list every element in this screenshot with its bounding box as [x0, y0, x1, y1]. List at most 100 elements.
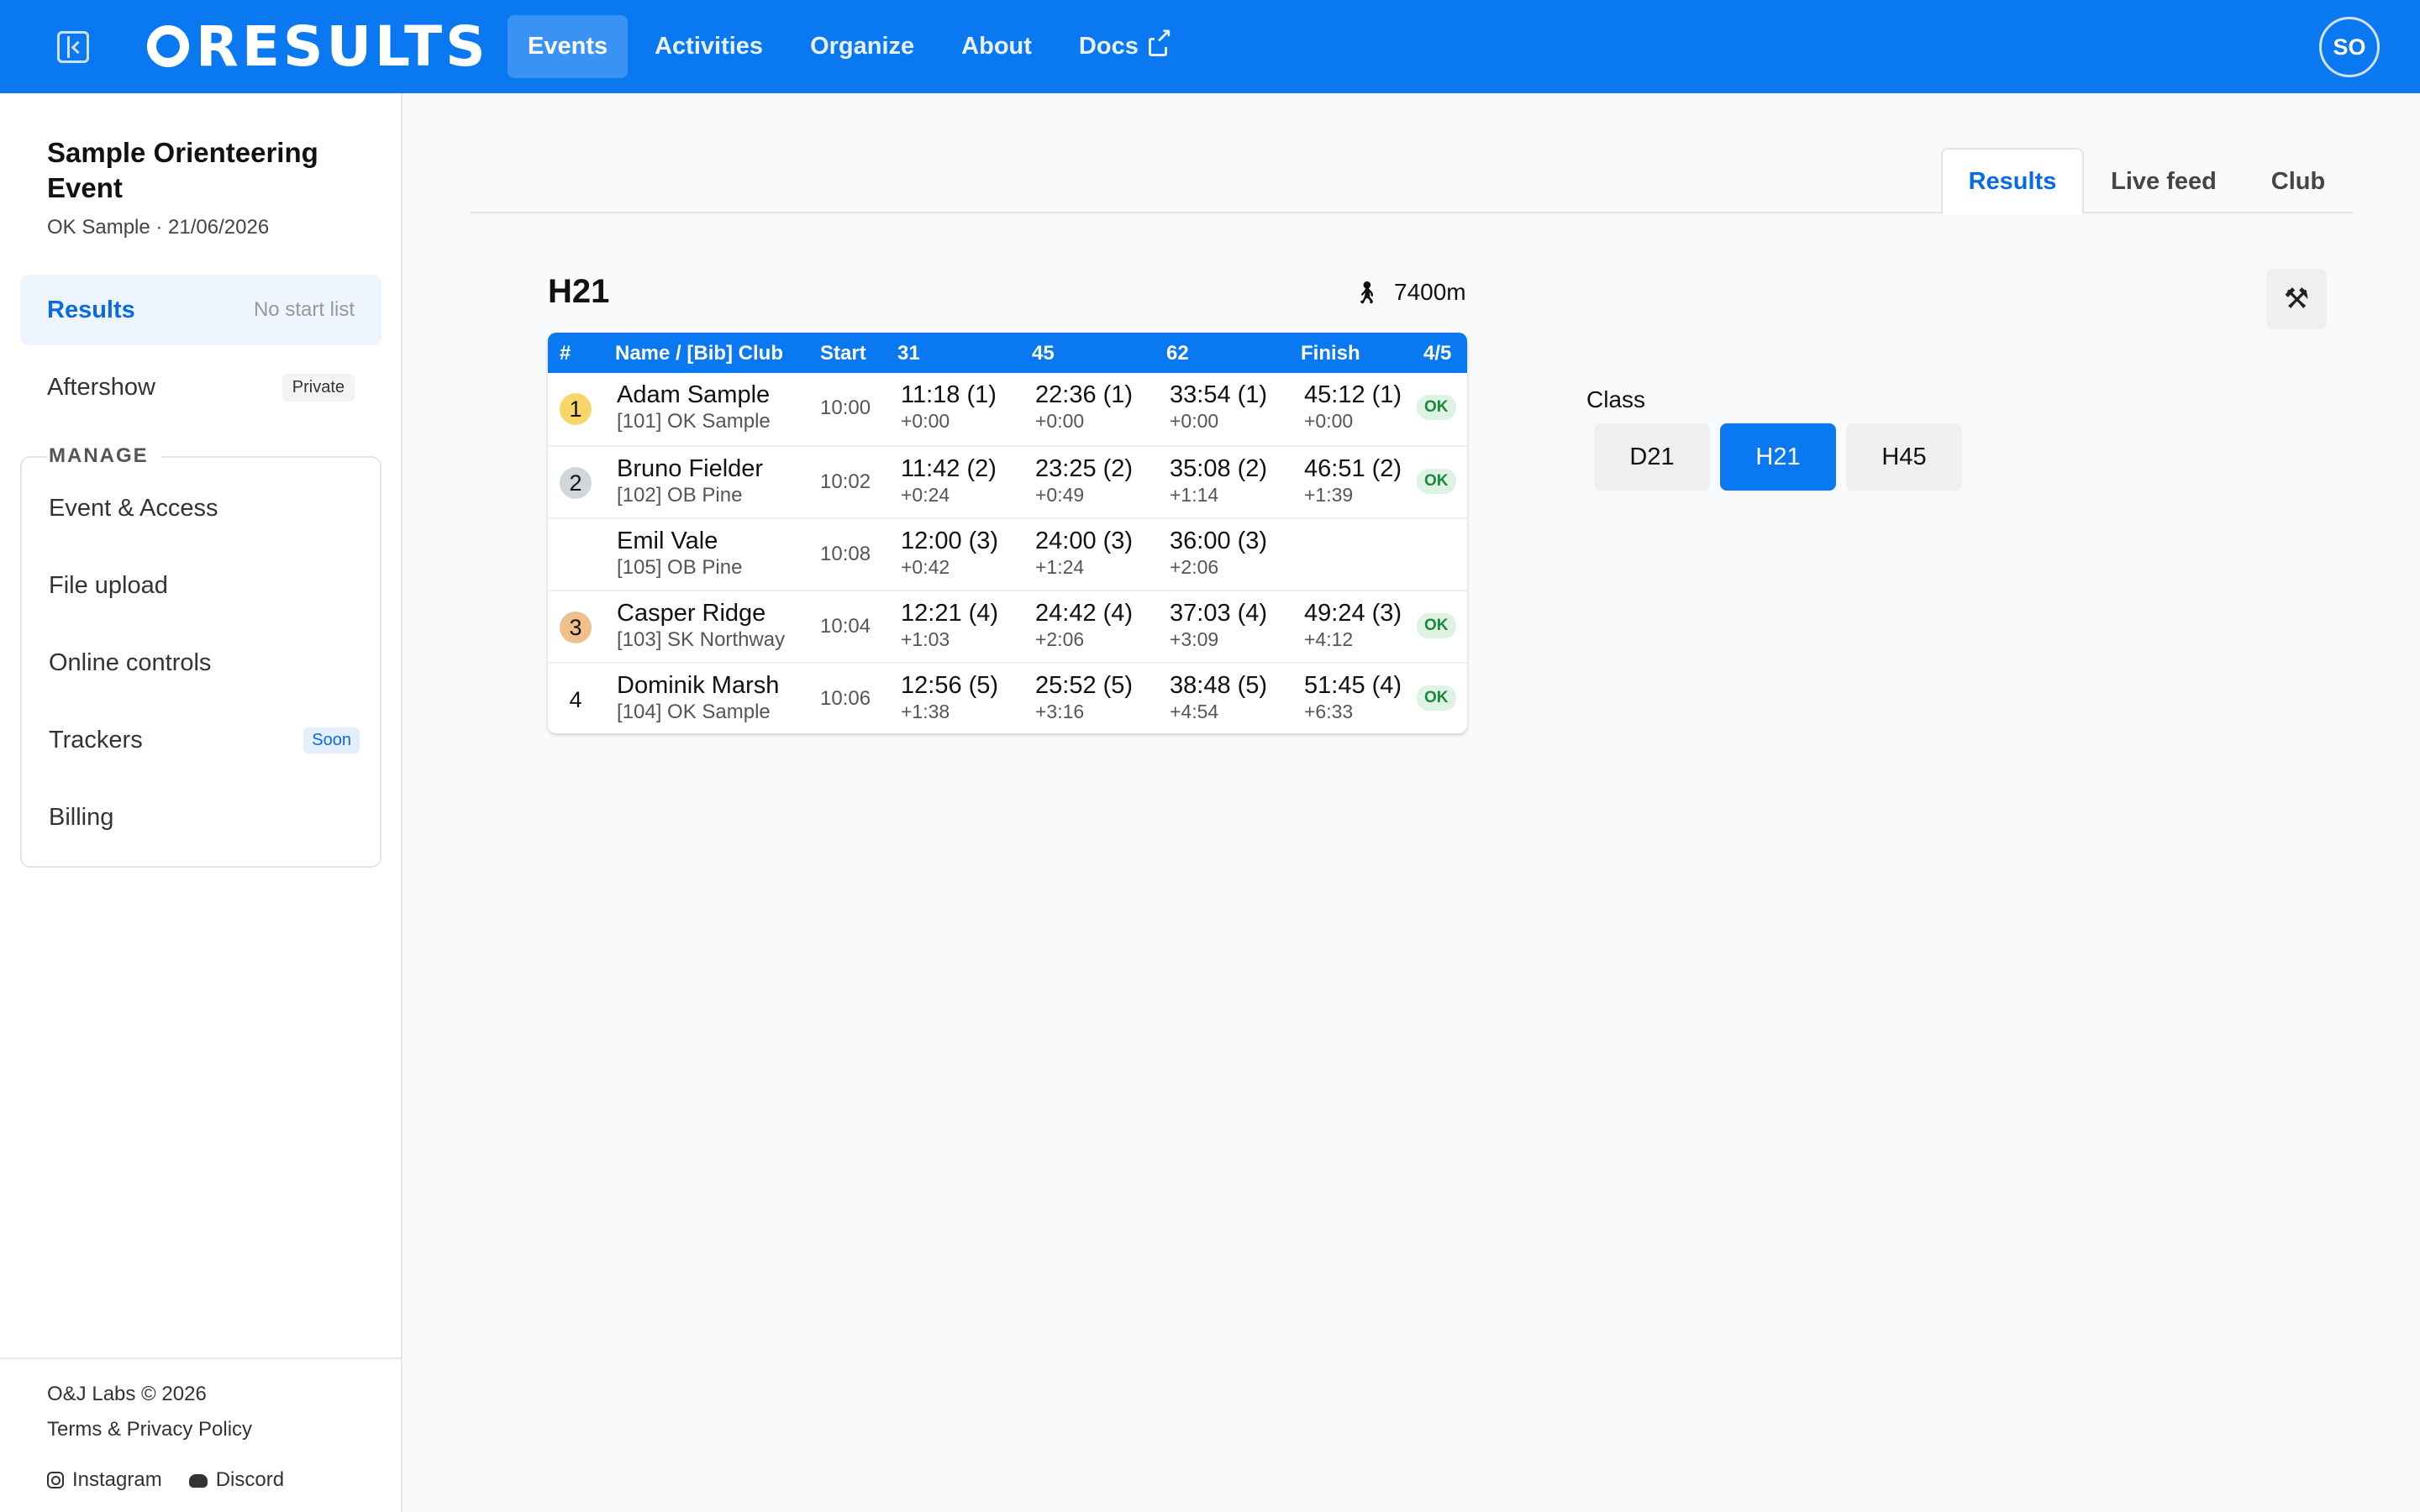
split-diff: +0:00 — [1170, 410, 1219, 432]
table-row[interactable]: 2 Bruno Fielder [102] OB Pine 10:02 11:42 (2… — [548, 445, 1467, 517]
class-label: Class — [1586, 386, 1646, 412]
start-time: 10:04 — [820, 615, 871, 638]
sidebar-item-results[interactable]: Results No start list — [20, 275, 381, 345]
runner-club: [104] OK Sample — [617, 701, 771, 723]
split-time: 22:36 (1) — [1035, 381, 1134, 408]
runner-name: Dominik Marsh — [617, 672, 780, 699]
runner-name: Emil Vale — [617, 528, 718, 554]
nav-organize[interactable]: Organize — [790, 15, 934, 78]
tab-club[interactable]: Club — [2244, 148, 2353, 215]
sidebar-item-label: Billing — [49, 803, 114, 831]
sidebar-item-label: Aftershow — [47, 373, 155, 401]
top-bar: RESULTS Events Activities Organize About… — [0, 0, 2420, 93]
tab-live-feed[interactable]: Live feed — [2084, 148, 2244, 215]
class-option-h45[interactable]: H45 — [1846, 423, 1962, 491]
table-header: # Name / [Bib] Club Start 31 45 62 Finis… — [548, 333, 1467, 373]
split-diff: +0:00 — [901, 410, 950, 432]
col-finish: Finish — [1301, 342, 1360, 365]
table-row[interactable]: 1 Adam Sample [101] OK Sample 10:00 11:18 (1… — [548, 373, 1467, 445]
status-badge: OK — [1417, 685, 1456, 711]
runner-club: [101] OK Sample — [617, 410, 771, 433]
split-time: 24:00 (3) — [1035, 528, 1134, 554]
sidebar-toggle-icon[interactable] — [57, 31, 89, 63]
split-time: 12:21 (4) — [901, 600, 999, 627]
split-diff: +6:33 — [1304, 701, 1354, 722]
table-row[interactable]: 3 Casper Ridge [103] SK Northway 10:04 12:21… — [548, 590, 1467, 662]
sidebar-item-label: File upload — [49, 571, 168, 599]
discord-link[interactable]: Discord — [188, 1468, 285, 1492]
avatar[interactable]: SO — [2319, 17, 2380, 77]
split-diff: +4:12 — [1304, 628, 1354, 650]
split-time: 11:42 (2) — [901, 455, 997, 482]
class-title: H21 — [548, 273, 610, 310]
nav-organize-label: Organize — [810, 33, 915, 60]
split-diff: +1:03 — [901, 628, 950, 650]
private-badge: Private — [281, 373, 355, 402]
logo-text: RESULTS — [196, 13, 489, 79]
split-diff: +0:00 — [1304, 410, 1354, 432]
results-table: # Name / [Bib] Club Start 31 45 62 Finis… — [548, 333, 1467, 733]
split-time: 46:51 (2) — [1304, 455, 1402, 482]
split-time: 37:03 (4) — [1170, 600, 1268, 627]
tab-label: Results — [1968, 167, 2057, 195]
nav-activities[interactable]: Activities — [634, 15, 783, 78]
tab-label: Club — [2270, 167, 2326, 195]
nav-about[interactable]: About — [941, 15, 1052, 78]
split-diff: +0:00 — [1035, 410, 1085, 432]
runner-club: [105] OB Pine — [617, 556, 743, 579]
sidebar-item-online-controls[interactable]: Online controls — [49, 638, 360, 688]
split-time: 23:25 (2) — [1035, 455, 1134, 482]
table-row[interactable]: Emil Vale [105] OB Pine 10:08 12:00 (3) +0:4… — [548, 517, 1467, 590]
split-diff: +1:38 — [901, 701, 950, 722]
status-badge: OK — [1417, 469, 1456, 494]
status-badge: OK — [1417, 613, 1456, 638]
split-diff: +1:39 — [1304, 484, 1354, 506]
sidebar-item-file-upload[interactable]: File upload — [49, 560, 360, 611]
walker-icon: 🚶︎ — [1353, 279, 1381, 305]
class-option-d21[interactable]: D21 — [1594, 423, 1710, 491]
view-tabs: Results Live feed Club — [471, 148, 2353, 215]
sidebar-item-aftershow[interactable]: Aftershow Private — [20, 352, 381, 423]
split-time: 33:54 (1) — [1170, 381, 1268, 408]
sidebar-item-trackers[interactable]: Trackers Soon — [49, 715, 360, 765]
nav-docs[interactable]: Docs — [1059, 15, 1187, 78]
split-time: 51:45 (4) — [1304, 672, 1402, 699]
course-length-value: 7400m — [1394, 279, 1466, 305]
place-badge: 1 — [560, 393, 592, 425]
table-row[interactable]: 4 Dominik Marsh [104] OK Sample 10:06 12:56 … — [548, 662, 1467, 733]
sidebar-item-label: Online controls — [49, 648, 212, 676]
nav-events[interactable]: Events — [508, 15, 629, 78]
class-option-h21[interactable]: H21 — [1720, 423, 1836, 491]
start-time: 10:02 — [820, 470, 871, 493]
logo[interactable]: RESULTS — [147, 14, 489, 79]
terms-link[interactable]: Terms & Privacy Policy — [47, 1418, 252, 1441]
runner-club: [103] SK Northway — [617, 628, 786, 651]
instagram-link[interactable]: Instagram — [47, 1468, 162, 1492]
split-diff: +0:24 — [901, 484, 950, 506]
place-badge: 3 — [560, 612, 592, 643]
sidebar: Sample Orienteering Event OK Sample · 21… — [0, 93, 402, 1512]
social-links: Instagram Discord — [47, 1468, 284, 1492]
col-status: 4/5 — [1423, 342, 1452, 365]
split-time: 12:56 (5) — [901, 672, 999, 699]
nav-activities-label: Activities — [655, 33, 764, 60]
sidebar-footer: O&J Labs © 2026 Terms & Privacy Policy I… — [0, 1357, 401, 1512]
split-time: 24:42 (4) — [1035, 600, 1134, 627]
table-body: 1 Adam Sample [101] OK Sample 10:00 11:18 (1… — [548, 373, 1467, 733]
split-diff: +0:49 — [1035, 484, 1085, 506]
tools-button[interactable]: ⚒ — [2266, 269, 2327, 329]
nav-docs-label: Docs — [1078, 33, 1139, 60]
sidebar-item-billing[interactable]: Billing — [49, 792, 360, 843]
place-badge: 4 — [569, 686, 582, 712]
discord-label: Discord — [215, 1468, 285, 1491]
sidebar-item-event-access[interactable]: Event & Access — [49, 483, 360, 533]
split-time: 38:48 (5) — [1170, 672, 1268, 699]
no-start-list-note: No start list — [253, 298, 355, 321]
sidebar-item-label: Trackers — [49, 726, 143, 753]
logo-ring-icon — [147, 25, 189, 67]
runner-name: Casper Ridge — [617, 600, 766, 627]
col-split-45: 45 — [1032, 342, 1055, 365]
class-option-label: D21 — [1629, 443, 1675, 470]
split-diff: +1:24 — [1035, 556, 1085, 578]
tab-results[interactable]: Results — [1941, 148, 2084, 215]
